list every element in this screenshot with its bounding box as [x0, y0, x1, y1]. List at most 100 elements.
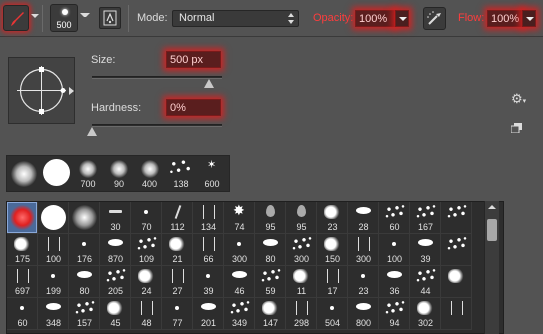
brush-preset-cell[interactable]: 80: [255, 234, 286, 266]
opacity-slider-dropdown[interactable]: [395, 10, 409, 27]
flow-input[interactable]: 100%: [487, 10, 523, 27]
brush-preset-cell[interactable]: 300: [348, 234, 379, 266]
preset-grid-scrollbar[interactable]: [484, 201, 499, 334]
brush-preset-cell[interactable]: 44: [410, 266, 441, 298]
scroll-up-arrow-icon[interactable]: [488, 205, 496, 209]
brush-preset-cell[interactable]: [441, 202, 472, 234]
brush-preset-cell[interactable]: 24: [131, 266, 162, 298]
brush-preset-cell[interactable]: ✸ 74: [224, 202, 255, 234]
hardness-slider-knob[interactable]: [87, 127, 97, 136]
size-slider-knob[interactable]: [204, 79, 214, 88]
airbrush-button[interactable]: [423, 7, 446, 30]
brush-preset-cell[interactable]: [69, 202, 100, 234]
brush-preset-cell[interactable]: 302: [410, 298, 441, 330]
brush-preset-cell[interactable]: 59: [255, 266, 286, 298]
brush-preset-cell[interactable]: 28: [348, 202, 379, 234]
brush-preset-cell[interactable]: 45: [100, 298, 131, 330]
brush-preset-cell[interactable]: 36: [379, 266, 410, 298]
brush-tip-icon: [46, 303, 61, 310]
brush-preset-cell[interactable]: 95: [286, 202, 317, 234]
brush-preset-cell[interactable]: [441, 266, 472, 298]
brush-preset-cell[interactable]: 100: [379, 234, 410, 266]
brush-preset-cell[interactable]: 697: [7, 266, 38, 298]
brush-angle-roundness-dial[interactable]: [8, 57, 75, 124]
brush-tip-icon: [292, 237, 312, 251]
brush-preset-cell[interactable]: 70: [131, 202, 162, 234]
brush-panel-icon: [103, 10, 117, 26]
brush-preset-cell[interactable]: 349: [224, 298, 255, 330]
brush-preset-cell[interactable]: 157: [69, 298, 100, 330]
hardness-input[interactable]: 0%: [166, 99, 221, 116]
recent-brush-2[interactable]: 700: [72, 156, 104, 193]
brush-preset-cell[interactable]: 94: [379, 298, 410, 330]
brush-size-label: 199: [45, 286, 62, 296]
brush-preset-cell[interactable]: 46: [224, 266, 255, 298]
brush-preset-cell[interactable]: 30: [100, 202, 131, 234]
brush-preset-cell[interactable]: 66: [193, 234, 224, 266]
brush-preset-cell[interactable]: 134: [193, 202, 224, 234]
toggle-brush-panel-button[interactable]: [99, 7, 121, 29]
brush-preset-cell[interactable]: 167: [410, 202, 441, 234]
brush-preset-cell[interactable]: 348: [38, 298, 69, 330]
brush-preset-cell[interactable]: 100: [38, 234, 69, 266]
brush-tool-button[interactable]: [3, 5, 29, 31]
new-preset-icon[interactable]: [511, 123, 522, 133]
brush-size-label: 94: [389, 318, 400, 328]
recent-brush-6[interactable]: ✶ 600: [197, 156, 227, 193]
brush-preset-cell[interactable]: 39: [193, 266, 224, 298]
brush-size-label: 870: [107, 254, 124, 264]
brush-preset-cell[interactable]: 109: [131, 234, 162, 266]
brush-preset-cell[interactable]: 112: [162, 202, 193, 234]
brush-preset-cell[interactable]: 205: [100, 266, 131, 298]
brush-preset-cell[interactable]: 147: [255, 298, 286, 330]
brush-preset-cell[interactable]: 175: [7, 234, 38, 266]
recent-brush-1[interactable]: [40, 156, 72, 193]
brush-preset-cell[interactable]: 800: [348, 298, 379, 330]
recent-brush-3[interactable]: 90: [104, 156, 134, 193]
brush-picker-dropdown-arrow[interactable]: [80, 13, 90, 23]
tool-preset-dropdown-arrow[interactable]: [31, 14, 39, 18]
brush-preset-cell[interactable]: 48: [131, 298, 162, 330]
brush-preset-cell[interactable]: 95: [255, 202, 286, 234]
brush-preset-cell[interactable]: [441, 234, 472, 266]
brush-tip-icon: [17, 269, 29, 283]
brush-preset-cell[interactable]: 176: [69, 234, 100, 266]
brush-preset-cell[interactable]: 27: [162, 266, 193, 298]
recent-brush-5[interactable]: 138: [165, 156, 197, 193]
brush-preset-cell[interactable]: 21: [162, 234, 193, 266]
brush-preset-cell[interactable]: 199: [38, 266, 69, 298]
size-slider-track[interactable]: [92, 76, 222, 79]
brush-preset-cell[interactable]: 11: [286, 266, 317, 298]
size-input[interactable]: 500 px: [166, 51, 221, 68]
recent-brush-0[interactable]: [7, 156, 40, 193]
brush-preset-cell[interactable]: 80: [69, 266, 100, 298]
scrollbar-thumb[interactable]: [487, 219, 497, 241]
opacity-input[interactable]: 100%: [355, 10, 395, 27]
brush-preset-cell[interactable]: 300: [286, 234, 317, 266]
brush-preset-cell[interactable]: [38, 202, 69, 234]
brush-preset-cell[interactable]: 77: [162, 298, 193, 330]
recent-brush-4[interactable]: 400: [134, 156, 165, 193]
brush-preset-cell[interactable]: 150: [317, 234, 348, 266]
brush-preset-picker[interactable]: 500: [50, 4, 78, 32]
brush-preset-cell[interactable]: 23: [348, 266, 379, 298]
brush-preset-cell[interactable]: 39: [410, 234, 441, 266]
brush-preset-cell[interactable]: [441, 298, 472, 330]
brush-tip-icon: [172, 269, 184, 283]
dial-expand-arrow-icon[interactable]: [69, 87, 74, 95]
brush-preset-cell[interactable]: [7, 202, 38, 234]
brush-preset-cell[interactable]: 870: [100, 234, 131, 266]
brush-preset-cell[interactable]: 17: [317, 266, 348, 298]
blend-mode-select[interactable]: Normal: [172, 10, 299, 27]
brush-preset-cell[interactable]: 300: [224, 234, 255, 266]
brush-preset-cell[interactable]: 60: [7, 298, 38, 330]
hardness-slider-track[interactable]: [92, 124, 222, 127]
brush-preset-cell[interactable]: 298: [286, 298, 317, 330]
brush-preset-cell[interactable]: 60: [379, 202, 410, 234]
brush-tip-icon: [447, 237, 467, 251]
gear-icon[interactable]: ⚙▾: [511, 91, 526, 107]
flow-slider-dropdown[interactable]: [522, 10, 536, 27]
brush-preset-cell[interactable]: 23: [317, 202, 348, 234]
brush-preset-cell[interactable]: 201: [193, 298, 224, 330]
brush-preset-cell[interactable]: 504: [317, 298, 348, 330]
